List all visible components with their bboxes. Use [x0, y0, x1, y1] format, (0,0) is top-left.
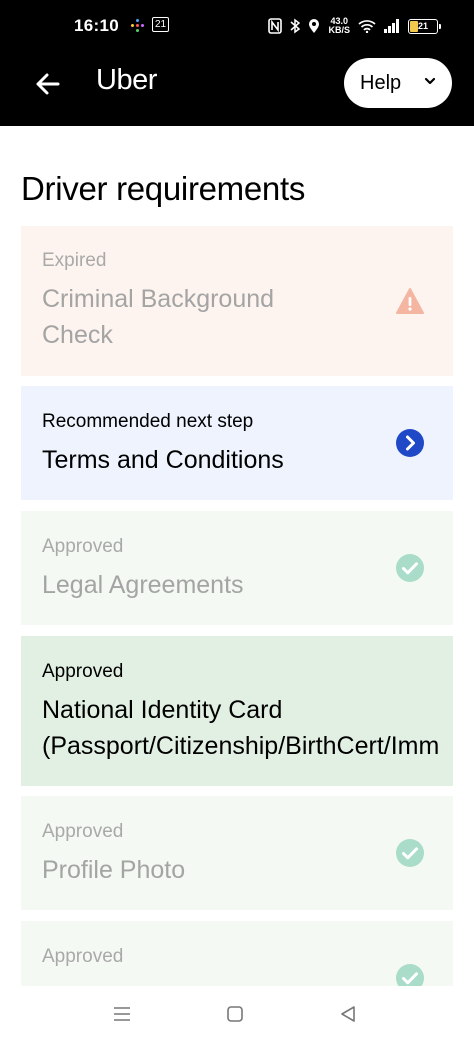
requirement-status: Approved [42, 661, 124, 682]
requirement-card-national-id[interactable]: Approved National Identity Card (Passpor… [21, 636, 453, 786]
requirement-status: Approved [42, 821, 124, 842]
requirement-status: Approved [42, 536, 124, 557]
requirement-status: Expired [42, 250, 107, 271]
requirement-status: Approved [42, 946, 124, 967]
requirement-card-profile-photo[interactable]: Approved Profile Photo [21, 796, 453, 910]
check-circle-icon [396, 964, 424, 986]
requirement-card-legal[interactable]: Approved Legal Agreements [21, 511, 453, 625]
requirement-card-partial[interactable]: Approved [21, 921, 453, 986]
chevron-right-icon [396, 429, 424, 457]
content-viewport: Driver requirements Expired Criminal Bac… [0, 0, 474, 986]
warning-icon [396, 288, 424, 314]
requirement-card-terms[interactable]: Recommended next step Terms and Conditio… [21, 386, 453, 500]
page-title: Driver requirements [21, 170, 306, 207]
requirement-title: Legal Agreements [42, 571, 244, 599]
back-triangle-icon[interactable] [336, 1002, 360, 1026]
requirement-title-line1: National Identity Card [42, 696, 283, 724]
requirement-status: Recommended next step [42, 411, 254, 432]
check-circle-icon [396, 839, 424, 867]
requirement-title: Terms and Conditions [42, 446, 284, 474]
home-square-icon[interactable] [223, 1002, 247, 1026]
requirement-title-line2: (Passport/Citizenship/BirthCert/Imm [42, 732, 440, 760]
menu-icon[interactable] [110, 1002, 134, 1026]
requirement-title: Criminal Background Check [42, 285, 275, 349]
requirement-title: Profile Photo [42, 856, 186, 884]
requirement-card-criminal-background[interactable]: Expired Criminal Background Check [21, 226, 453, 376]
check-circle-icon [396, 554, 424, 582]
system-nav-bar [0, 986, 474, 1042]
